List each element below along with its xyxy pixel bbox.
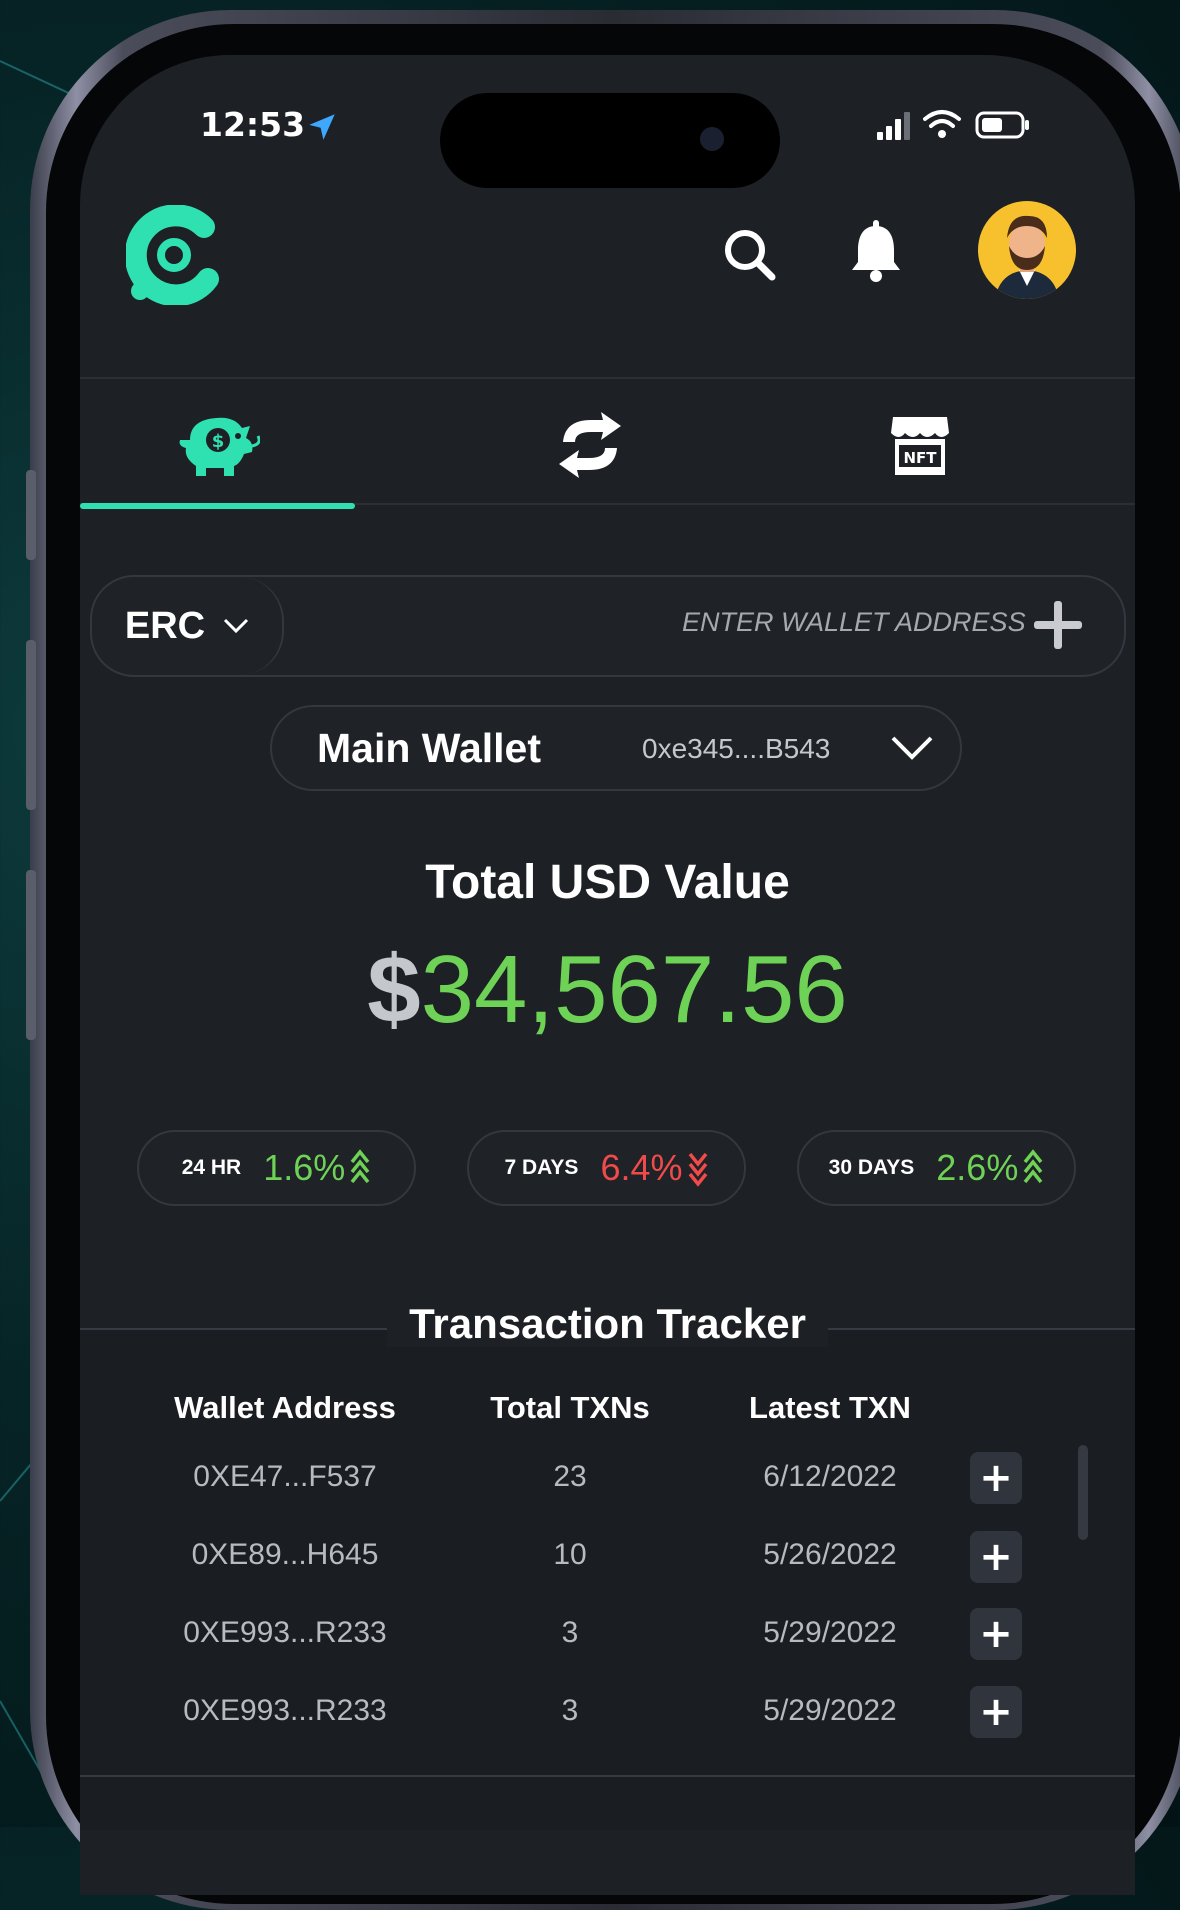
table-row-txns: 3 (561, 1616, 579, 1649)
wallet-address-input[interactable]: ENTER WALLET ADDRESS (682, 607, 1026, 638)
wallet-address: 0xe345....B543 (642, 733, 831, 764)
table-row-latest: 5/29/2022 (763, 1616, 897, 1649)
table-row-txns: 3 (561, 1694, 579, 1727)
tab-wallet[interactable]: $ (80, 390, 355, 500)
trend-up-icon (350, 1149, 370, 1184)
wallet-name: Main Wallet (317, 725, 541, 771)
table-row-address: 0XE993...R233 (183, 1694, 387, 1727)
active-tab-indicator (80, 503, 355, 509)
column-header-latest-txn: Latest TXN (749, 1390, 911, 1425)
currency-symbol: $ (367, 936, 421, 1043)
chevron-down-icon (891, 736, 933, 760)
total-value: $34,567.56 (80, 935, 1135, 1045)
total-amount: 34,567.56 (420, 936, 848, 1043)
row-add-button[interactable]: + (970, 1531, 1022, 1583)
change-chip-30d[interactable]: 30 DAYS 2.6% (797, 1130, 1076, 1206)
trend-down-icon (688, 1152, 707, 1187)
network-selector[interactable]: ERC (92, 577, 284, 675)
table-row-address: 0XE47...F537 (193, 1460, 377, 1493)
table-row-latest: 6/12/2022 (763, 1460, 897, 1493)
table-row-latest: 5/26/2022 (763, 1538, 897, 1571)
total-value-label: Total USD Value (425, 856, 790, 909)
table-row-txns: 10 (553, 1538, 587, 1571)
bell-icon[interactable] (848, 220, 904, 284)
table-row-latest: 5/29/2022 (763, 1694, 897, 1727)
status-time: 12:53 (200, 105, 306, 144)
phone-side-button (26, 870, 36, 1040)
wallet-address-input-container: ERC ENTER WALLET ADDRESS (90, 575, 1126, 677)
change-chip-7d[interactable]: 7 DAYS 6.4% (467, 1130, 746, 1206)
change-period: 24 HR (181, 1156, 242, 1179)
table-scrollbar[interactable] (1078, 1445, 1088, 1540)
tracker-title-wrap: Transaction Tracker (80, 1300, 1135, 1348)
trend-up-icon (1023, 1149, 1043, 1184)
nft-badge-text: NFT (903, 449, 937, 467)
table-row-address: 0XE993...R233 (183, 1616, 387, 1649)
avatar[interactable] (977, 200, 1077, 300)
bottom-divider (80, 1775, 1135, 1777)
column-header-total-txns: Total TXNs (490, 1390, 650, 1425)
change-chip-24h[interactable]: 24 HR 1.6% (137, 1130, 416, 1206)
change-period: 30 DAYS (828, 1156, 915, 1179)
signal-icon (877, 112, 910, 140)
dynamic-island (440, 93, 780, 188)
svg-text:$: $ (211, 431, 224, 452)
search-icon[interactable] (720, 225, 780, 285)
tab-swap[interactable] (440, 390, 740, 500)
change-value: 6.4% (600, 1147, 683, 1188)
header-divider (80, 377, 1135, 379)
network-selector-value: ERC (124, 604, 206, 647)
app-screen: 12:53 $ NFT ERC ENTER WALLET ADDRESS Mai… (80, 55, 1135, 1895)
add-wallet-button[interactable] (1032, 599, 1084, 651)
row-add-button[interactable]: + (970, 1608, 1022, 1660)
battery-icon (975, 111, 1029, 139)
wifi-icon (923, 110, 961, 138)
phone-side-button (26, 470, 36, 560)
column-header-wallet-address: Wallet Address (174, 1390, 396, 1425)
wallet-selector[interactable]: Main Wallet 0xe345....B543 (270, 705, 962, 791)
chevron-down-icon (224, 618, 249, 634)
location-arrow-icon (309, 114, 335, 140)
row-add-button[interactable]: + (970, 1452, 1022, 1504)
table-row-txns: 23 (553, 1460, 587, 1493)
change-period: 7 DAYS (504, 1156, 579, 1179)
swap-icon (559, 412, 621, 478)
camera-lens (700, 127, 724, 151)
row-add-button[interactable]: + (970, 1686, 1022, 1738)
nft-store-icon: NFT (891, 417, 949, 475)
app-logo[interactable] (126, 205, 222, 305)
change-value: 2.6% (936, 1147, 1019, 1188)
table-row-address: 0XE89...H645 (191, 1538, 379, 1571)
tab-nft-store[interactable]: NFT (770, 390, 1070, 500)
phone-side-button (26, 640, 36, 810)
tracker-title: Transaction Tracker (387, 1300, 828, 1347)
piggy-bank-icon: $ (179, 417, 260, 476)
change-value: 1.6% (263, 1147, 346, 1188)
